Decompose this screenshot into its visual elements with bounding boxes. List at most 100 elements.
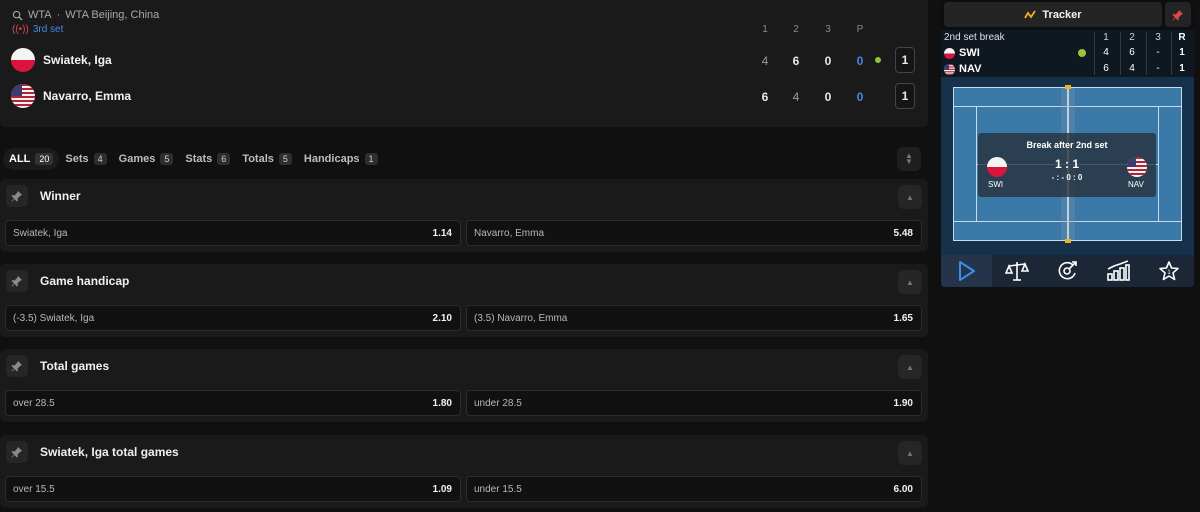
market-title: Swiatek, Iga total games <box>40 445 179 459</box>
league-line: WTA · WTA Beijing, China <box>12 9 159 21</box>
pin-icon <box>1172 9 1183 20</box>
break-overlay: Break after 2nd set 1 : 1 - : - 0 : 0 SW… <box>978 133 1156 197</box>
market-game-handicap: Game handicap ▲ (-3.5) Swiatek, Iga 2.10 … <box>0 264 928 337</box>
collapse-all-button[interactable]: ▲ ▼ <box>897 147 921 171</box>
set-score: 6 <box>761 90 769 104</box>
odds-button[interactable]: Swiatek, Iga 1.14 <box>5 220 461 246</box>
live-stats-button[interactable] <box>1042 255 1093 287</box>
tab-all[interactable]: ALL 20 <box>3 148 60 170</box>
odds-button[interactable]: Navarro, Emma 5.48 <box>466 220 922 246</box>
divider <box>1120 32 1121 75</box>
player-abbr: SWI <box>959 47 980 59</box>
odds-button[interactable]: over 28.5 1.80 <box>5 390 461 416</box>
set-score: 4 <box>792 90 800 104</box>
divider <box>1171 32 1172 75</box>
player-row-2: Navarro, Emma <box>11 84 131 108</box>
collapse-market-button[interactable]: ▲ <box>898 185 922 209</box>
star-icon: 1 <box>1158 261 1179 281</box>
play-button[interactable] <box>941 255 992 287</box>
usa-flag-icon <box>944 63 955 75</box>
game-points: 0 <box>856 54 864 68</box>
tab-label: Games <box>118 153 156 165</box>
odds-button[interactable]: under 28.5 1.90 <box>466 390 922 416</box>
overlay-title: Break after 2nd set <box>1026 140 1108 150</box>
poland-flag-icon <box>11 48 35 72</box>
odds-value: 6.00 <box>893 483 913 495</box>
market-winner: Winner ▲ Swiatek, Iga 1.14 Navarro, Emma 5… <box>0 179 928 252</box>
set-score: 0 <box>824 54 832 68</box>
col-points: P <box>856 24 864 35</box>
tracker-status: 2nd set break <box>944 32 1005 43</box>
tracker-col: 2 <box>1129 32 1135 43</box>
outcome-label: Swiatek, Iga <box>13 227 68 239</box>
serving-indicator <box>875 57 881 63</box>
compare-button[interactable] <box>992 255 1043 287</box>
tracker-button[interactable]: Tracker <box>944 2 1162 27</box>
net-post <box>1065 239 1071 243</box>
divider <box>1146 32 1147 75</box>
usa-flag-icon <box>11 84 35 108</box>
pin-icon[interactable] <box>6 441 28 463</box>
collapse-market-button[interactable]: ▲ <box>898 355 922 379</box>
outcome-label: (-3.5) Swiatek, Iga <box>13 312 95 324</box>
separator: · <box>56 9 61 21</box>
tab-count: 20 <box>35 153 54 165</box>
odds-value: 2.10 <box>432 312 452 324</box>
market-title: Total games <box>40 359 110 373</box>
tracker-col: 3 <box>1155 32 1161 43</box>
tab-sets[interactable]: Sets 4 <box>59 148 112 170</box>
poland-flag-icon <box>944 47 955 59</box>
tracker-value: 4 <box>1103 47 1109 58</box>
poland-flag-icon <box>987 157 1007 177</box>
outcome-label: Navarro, Emma <box>474 227 545 239</box>
odds-button[interactable]: (-3.5) Swiatek, Iga 2.10 <box>5 305 461 331</box>
tab-stats[interactable]: Stats 6 <box>179 148 236 170</box>
collapse-market-button[interactable]: ▲ <box>898 441 922 465</box>
sets-won: 1 <box>895 47 915 73</box>
status-text: 3rd set <box>32 24 64 35</box>
pin-icon[interactable] <box>6 185 28 207</box>
odds-value: 1.80 <box>432 397 452 409</box>
divider <box>1094 32 1095 75</box>
tab-count: 5 <box>278 153 292 165</box>
odds-button[interactable]: (3.5) Navarro, Emma 1.65 <box>466 305 922 331</box>
tournament-name[interactable]: WTA Beijing, China <box>65 9 159 21</box>
odds-value: 1.65 <box>893 312 913 324</box>
statistics-button[interactable] <box>1093 255 1144 287</box>
tab-handicaps[interactable]: Handicaps 1 <box>298 148 384 170</box>
col-set-2: 2 <box>793 24 799 35</box>
pin-tracker-button[interactable] <box>1165 2 1191 27</box>
chevron-up-icon: ▲ <box>906 448 914 458</box>
player-abbr: NAV <box>959 63 982 75</box>
market-title: Winner <box>40 189 81 203</box>
odds-button[interactable]: under 15.5 6.00 <box>466 476 922 502</box>
tracker-label: Tracker <box>1042 8 1082 21</box>
sets-won: 1 <box>895 83 915 109</box>
tracker-toolbar: Tracker <box>941 0 1194 30</box>
market-tabs: ALL 20 Sets 4 Games 5 Stats 6 Totals 5 Handic… <box>3 148 384 170</box>
scoreboard: WTA · WTA Beijing, China ((•)) 3rd set 1… <box>0 0 928 127</box>
court-visualization: Break after 2nd set 1 : 1 - : - 0 : 0 SW… <box>941 77 1194 255</box>
chevron-up-icon: ▲ <box>906 277 914 287</box>
market-title: Game handicap <box>40 274 130 288</box>
tour-name[interactable]: WTA <box>28 9 52 21</box>
odds-button[interactable]: over 15.5 1.09 <box>5 476 461 502</box>
svg-text:1: 1 <box>1167 270 1171 276</box>
market-player-total-games: Swiatek, Iga total games ▲ over 15.5 1.09… <box>0 435 928 508</box>
tab-totals[interactable]: Totals 5 <box>236 148 298 170</box>
pin-icon[interactable] <box>6 270 28 292</box>
collapse-market-button[interactable]: ▲ <box>898 270 922 294</box>
tracker-row-2: NAV <box>944 63 981 75</box>
tab-label: Sets <box>65 153 89 165</box>
tracker-value: - <box>1156 47 1160 58</box>
favorite-button[interactable]: 1 <box>1143 255 1194 287</box>
chevron-down-icon: ▼ <box>905 157 913 166</box>
odds-value: 5.48 <box>893 227 913 239</box>
tennis-icon <box>12 10 23 21</box>
tab-count: 5 <box>160 153 174 165</box>
tracker-col: 1 <box>1103 32 1109 43</box>
market-header: Game handicap <box>6 270 129 292</box>
tab-games[interactable]: Games 5 <box>113 148 180 170</box>
tab-label: ALL <box>9 153 31 165</box>
pin-icon[interactable] <box>6 355 28 377</box>
